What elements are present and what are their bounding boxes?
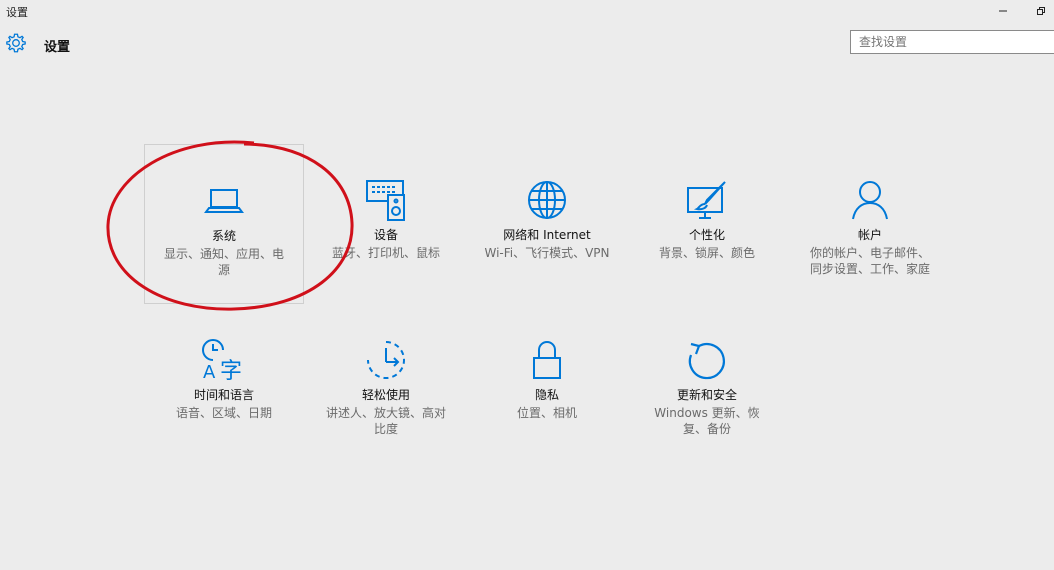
tile-description: Wi-Fi、飞行模式、VPN — [484, 246, 610, 260]
tile-description: 语音、区域、日期 — [175, 406, 272, 420]
tile-description: 显示、通知、应用、电源 — [163, 247, 284, 277]
tile-description: 讲述人、放大镜、高对比度 — [325, 406, 446, 436]
person-icon — [852, 181, 888, 220]
tile-description: 你的帐户、电子邮件、同步设置、工作、家庭 — [809, 246, 930, 276]
tile-description: 蓝牙、打印机、鼠标 — [331, 246, 440, 260]
svg-text:A: A — [203, 362, 216, 382]
tile-label: 隐私 — [534, 388, 559, 402]
time-language-icon: A 字 — [202, 339, 242, 382]
tile-label: 系统 — [211, 229, 236, 243]
tile-label: 更新和安全 — [676, 388, 737, 402]
search-input[interactable] — [850, 30, 1054, 54]
lock-icon — [533, 341, 561, 379]
globe-icon — [528, 181, 566, 219]
ease-of-access-icon — [367, 341, 405, 379]
restore-icon — [1037, 7, 1045, 15]
tile-label: 设备 — [373, 228, 398, 242]
tile-personalization[interactable]: 个性化 背景、锁屏、颜色 — [627, 144, 787, 304]
tile-devices[interactable]: 设备 蓝牙、打印机、鼠标 — [306, 144, 466, 304]
minimize-icon — [999, 10, 1007, 12]
tile-accounts[interactable]: 帐户 你的帐户、电子邮件、同步设置、工作、家庭 — [790, 144, 950, 304]
update-icon — [688, 342, 725, 380]
laptop-icon — [204, 189, 244, 213]
devices-icon — [366, 180, 405, 221]
tile-label: 网络和 Internet — [503, 228, 591, 242]
tile-label: 时间和语言 — [193, 388, 254, 402]
tile-system[interactable]: 系统 显示、通知、应用、电源 — [144, 144, 304, 304]
title-bar: 设置 — [0, 0, 1054, 24]
tile-ease-of-access[interactable]: 轻松使用 讲述人、放大镜、高对比度 — [306, 310, 466, 470]
page-title: 设置 — [44, 40, 71, 55]
minimize-button[interactable] — [992, 2, 1014, 20]
svg-text:字: 字 — [220, 359, 242, 382]
tile-label: 个性化 — [688, 228, 725, 242]
gear-icon — [6, 33, 26, 53]
personalization-icon — [687, 181, 726, 219]
tile-network[interactable]: 网络和 Internet Wi-Fi、飞行模式、VPN — [467, 144, 627, 304]
tile-description: Windows 更新、恢复、备份 — [654, 406, 760, 436]
tile-label: 帐户 — [857, 228, 882, 242]
tile-label: 轻松使用 — [361, 388, 410, 402]
tile-description: 背景、锁屏、颜色 — [658, 246, 755, 260]
tile-update-security[interactable]: 更新和安全 Windows 更新、恢复、备份 — [627, 310, 787, 470]
window-title: 设置 — [6, 6, 28, 19]
settings-window: 设置 设置 系统 显示、通知、应用、电源 — [0, 0, 1054, 570]
tile-description: 位置、相机 — [516, 406, 577, 420]
tile-privacy[interactable]: 隐私 位置、相机 — [467, 310, 627, 470]
tile-time-language[interactable]: A 字 时间和语言 语音、区域、日期 — [144, 310, 304, 470]
restore-button[interactable] — [1030, 2, 1052, 20]
